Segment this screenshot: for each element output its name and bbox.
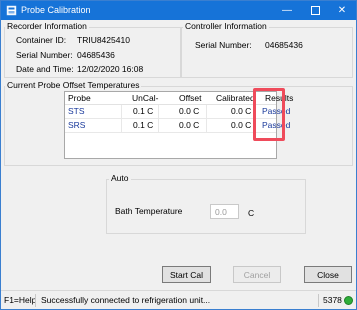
probe-name: STS <box>68 106 85 116</box>
table-row[interactable]: STS 0.1 C 0.0 C 0.0 C Passed <box>65 105 290 119</box>
column-header-uncal[interactable]: UnCal- <box>132 92 158 105</box>
column-divider <box>158 105 159 133</box>
controller-info-label: Controller Information <box>183 21 269 31</box>
bath-temperature-unit: C <box>248 208 255 218</box>
maximize-icon[interactable] <box>301 1 329 20</box>
table-row[interactable]: SRS 0.1 C 0.0 C 0.0 C Passed <box>65 119 290 133</box>
cancel-button[interactable]: Cancel <box>233 266 281 283</box>
minimize-icon[interactable]: — <box>273 1 301 20</box>
calibrated-value: 0.0 C <box>231 106 252 116</box>
probe-app-icon <box>6 5 17 16</box>
title-bar[interactable]: Probe Calibration — ✕ <box>1 1 356 20</box>
help-hint: F1=Help <box>4 295 37 305</box>
recorder-serial-value: 04685436 <box>77 50 115 60</box>
probe-offsets-label: Current Probe Offset Temperatures <box>5 80 142 90</box>
column-divider <box>121 105 122 133</box>
auto-label: Auto <box>109 173 131 183</box>
bath-temperature-input[interactable] <box>210 204 239 219</box>
start-cal-button[interactable]: Start Cal <box>162 266 211 283</box>
status-separator <box>35 294 36 307</box>
recorder-serial-label: Serial Number: <box>16 50 73 60</box>
recorder-info-label: Recorder Information <box>5 21 89 31</box>
probe-name: SRS <box>68 120 86 130</box>
results-highlight-box <box>253 88 285 141</box>
uncal-value: 0.1 C <box>133 120 154 130</box>
probe-offsets-table[interactable]: Probe UnCal- Offset Calibrated Results S… <box>64 91 293 159</box>
column-header-offset[interactable]: Offset <box>179 92 202 105</box>
window-title: Probe Calibration <box>21 5 91 15</box>
column-header-calibrated[interactable]: Calibrated <box>216 92 255 105</box>
status-separator <box>318 294 319 307</box>
controller-serial-label: Serial Number: <box>195 40 252 50</box>
table-header: Probe UnCal- Offset Calibrated Results <box>65 92 293 105</box>
column-divider <box>206 105 207 133</box>
status-code: 5378 <box>323 295 342 305</box>
controller-serial-value: 04685436 <box>265 40 303 50</box>
offset-value: 0.0 C <box>179 120 200 130</box>
offset-value: 0.0 C <box>179 106 200 116</box>
datetime-value: 12/02/2020 16:08 <box>77 64 144 74</box>
close-icon[interactable]: ✕ <box>328 1 356 20</box>
probe-calibration-window: Probe Calibration — ✕ Recorder Informati… <box>0 0 357 310</box>
status-bar: F1=Help Successfully connected to refrig… <box>1 290 356 309</box>
container-id-label: Container ID: <box>16 35 67 45</box>
status-message: Successfully connected to refrigeration … <box>41 295 211 305</box>
controller-info-group <box>181 27 353 78</box>
uncal-value: 0.1 C <box>133 106 154 116</box>
close-button[interactable]: Close <box>304 266 352 283</box>
container-id-value: TRIU8425410 <box>77 35 130 45</box>
calibrated-value: 0.0 C <box>231 120 252 130</box>
bath-temperature-label: Bath Temperature <box>115 206 183 216</box>
column-header-probe[interactable]: Probe <box>68 92 91 105</box>
datetime-label: Date and Time: <box>16 64 74 74</box>
status-indicator-icon <box>344 296 353 305</box>
